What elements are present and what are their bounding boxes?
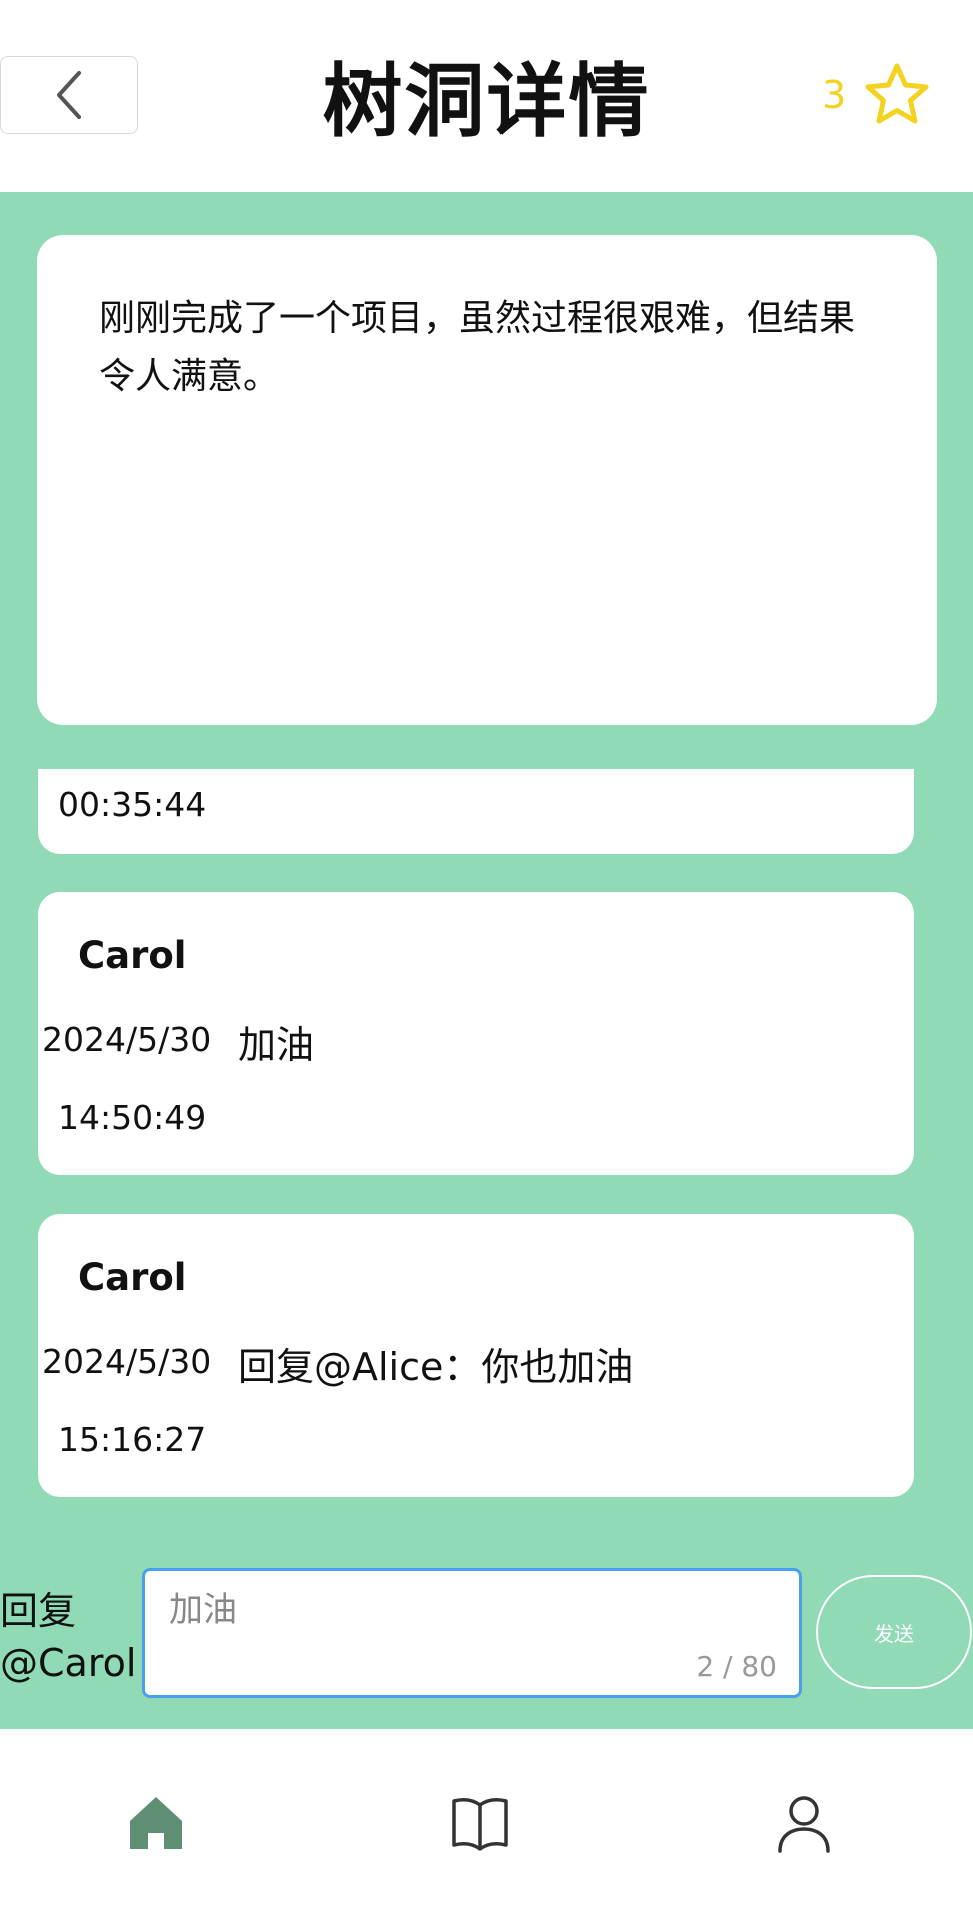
star-outline-icon[interactable]	[862, 60, 932, 130]
post-content: 刚刚完成了一个项目，虽然过程很艰难，但结果令人满意。	[99, 298, 856, 397]
comment-date: 2024/5/30	[42, 1020, 212, 1059]
comment-time: 00:35:44	[58, 785, 207, 824]
favorite-count: 3	[822, 73, 847, 117]
home-icon[interactable]	[124, 1791, 188, 1855]
reply-target-label: 回复@Carol	[0, 1589, 137, 1685]
comment-text: 加油	[238, 1023, 315, 1067]
comment-date: 2024/5/30	[42, 1342, 212, 1381]
char-counter: 2 / 80	[696, 1650, 777, 1683]
comment-time: 15:16:27	[58, 1420, 207, 1459]
comment-author: Carol	[78, 1256, 187, 1299]
comment-text: 回复@Alice：你也加油	[238, 1345, 634, 1389]
comment-author: Carol	[78, 934, 187, 977]
comment-card[interactable]: 00:35:44	[38, 769, 914, 854]
content-area: 刚刚完成了一个项目，虽然过程很艰难，但结果令人满意。 00:35:44 Caro…	[0, 192, 973, 1729]
send-button[interactable]: 发送	[816, 1575, 972, 1689]
user-icon[interactable]	[772, 1791, 836, 1855]
post-card: 刚刚完成了一个项目，虽然过程很艰难，但结果令人满意。	[37, 235, 937, 725]
comment-card[interactable]: Carol 2024/5/30 加油 14:50:49	[38, 892, 914, 1175]
comment-time: 14:50:49	[58, 1098, 207, 1137]
comment-card[interactable]: Carol 2024/5/30 回复@Alice：你也加油 15:16:27	[38, 1214, 914, 1497]
reply-input[interactable]	[167, 1585, 771, 1627]
bottom-nav	[0, 1729, 973, 1920]
header: 树洞详情 3	[0, 0, 973, 192]
book-open-icon[interactable]	[448, 1791, 512, 1855]
reply-input-box[interactable]: 2 / 80	[142, 1568, 802, 1698]
